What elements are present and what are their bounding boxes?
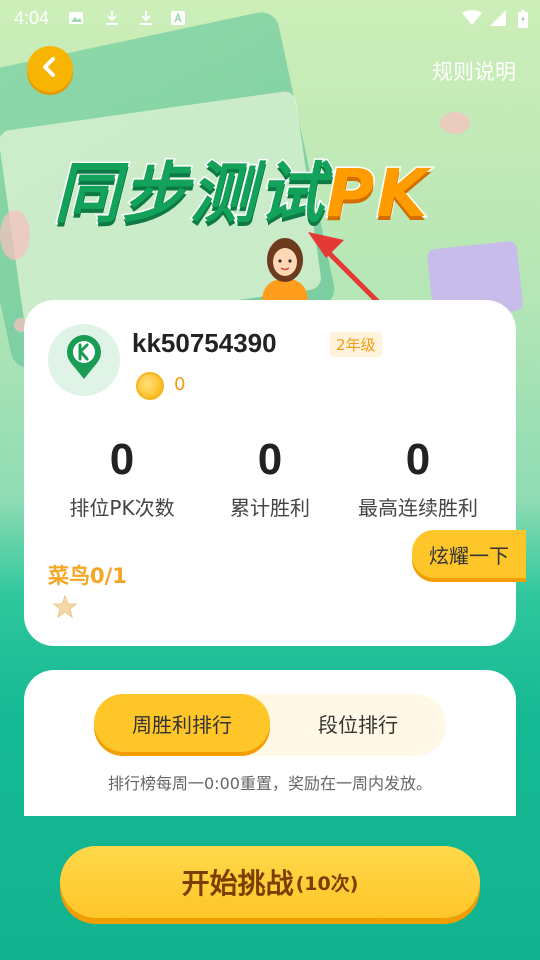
- show-off-button[interactable]: 炫耀一下: [412, 530, 526, 578]
- petal-decoration: [440, 112, 470, 134]
- location-pin-k-icon: [63, 335, 105, 385]
- stat-total-wins: 0 累计胜利: [190, 434, 350, 521]
- status-bar: 4:04: [0, 0, 540, 36]
- signal-icon: [490, 10, 506, 26]
- rules-link[interactable]: 规则说明: [432, 56, 516, 86]
- rank-level: 菜鸟0/1: [48, 564, 127, 588]
- back-button[interactable]: [27, 46, 73, 92]
- stat-label: 最高连续胜利: [358, 496, 478, 520]
- stat-label: 累计胜利: [230, 496, 310, 520]
- avatar: [48, 324, 120, 396]
- petal-decoration: [0, 210, 30, 260]
- grade-badge: 2年级: [330, 332, 382, 357]
- coin-icon: [136, 372, 164, 400]
- status-time: 4:04: [14, 8, 50, 28]
- stat-max-streak: 0 最高连续胜利: [338, 434, 498, 521]
- title-text: 同步测试: [53, 154, 326, 234]
- start-challenge-label: 开始挑战: [181, 867, 294, 900]
- coin-count: 0: [174, 374, 186, 395]
- ranking-card: 周胜利排行 段位排行 排行榜每周一0:00重置，奖励在一周内发放。: [24, 670, 516, 816]
- star-icon: [52, 594, 78, 620]
- start-challenge-count: (10次): [295, 872, 359, 895]
- image-icon: [68, 10, 84, 26]
- profile-card: kk50754390 2年级 0 0 排位PK次数 0 累计胜利 0 最高连续胜…: [24, 300, 516, 646]
- download-icon: [104, 10, 120, 26]
- tab-weekly-wins[interactable]: 周胜利排行: [94, 694, 270, 752]
- stat-ranked-pk-count: 0 排位PK次数: [42, 434, 202, 521]
- username: kk50754390: [132, 328, 277, 358]
- ranking-notice: 排行榜每周一0:00重置，奖励在一周内发放。: [108, 774, 432, 793]
- tab-rank-level[interactable]: 段位排行: [270, 694, 446, 752]
- a-icon: [170, 10, 186, 26]
- stat-value: 0: [257, 435, 283, 484]
- battery-icon: [518, 10, 528, 28]
- wifi-icon: [462, 10, 482, 26]
- download-icon: [138, 10, 154, 26]
- start-challenge-button[interactable]: 开始挑战 (10次): [60, 846, 480, 918]
- stat-value: 0: [405, 435, 431, 484]
- ranking-tabs: 周胜利排行 段位排行: [94, 694, 446, 756]
- chevron-left-icon: [39, 56, 61, 82]
- stat-value: 0: [109, 435, 135, 484]
- stat-label: 排位PK次数: [69, 496, 175, 520]
